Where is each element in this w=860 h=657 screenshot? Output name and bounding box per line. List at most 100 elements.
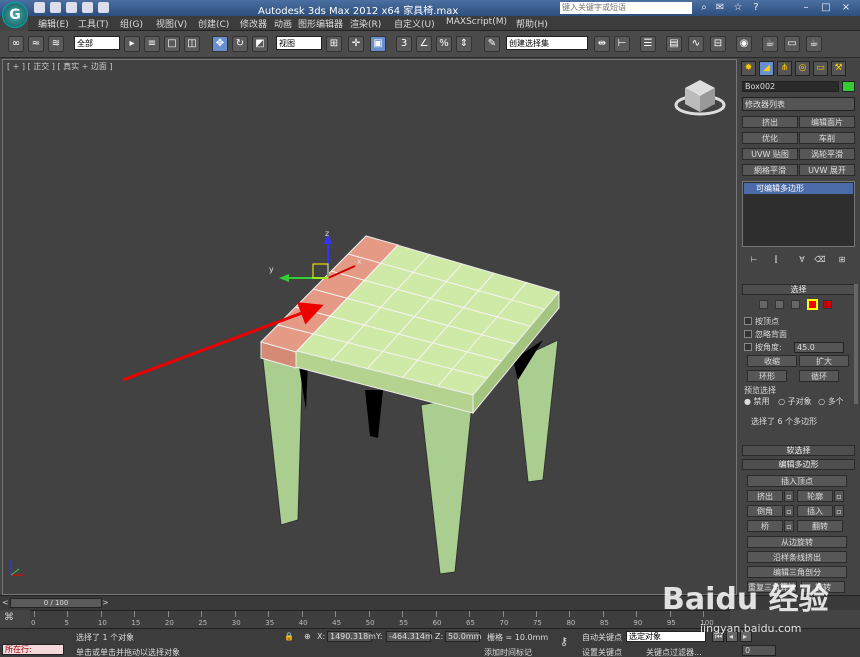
select-scale-icon[interactable]: ◩ bbox=[252, 36, 268, 52]
vertex-mode-icon[interactable] bbox=[759, 300, 768, 309]
layer-manager-icon[interactable]: ☰ bbox=[640, 36, 656, 52]
make-unique-icon[interactable]: ∀ bbox=[795, 254, 809, 266]
mirror-icon[interactable]: ⇹ bbox=[594, 36, 610, 52]
hierarchy-tab-icon[interactable]: ⋔ bbox=[777, 61, 792, 76]
create-tab-icon[interactable]: ✸ bbox=[741, 61, 756, 76]
info-icon[interactable]: ? bbox=[750, 2, 762, 14]
select-manipulate-icon[interactable]: ✛ bbox=[348, 36, 364, 52]
key-mode-dropdown[interactable]: 选定对象 bbox=[626, 631, 706, 642]
flip-button[interactable]: 翻转 bbox=[797, 520, 843, 532]
extrude-along-spline-button[interactable]: 沿样条线挤出 bbox=[747, 551, 847, 563]
named-selection-dropdown[interactable]: 创建选择集 bbox=[506, 36, 588, 50]
track-bar-ruler[interactable]: 0 5 10 15 20 25 30 35 40 45 50 55 60 65 70 75 80 85 90 95 10… bbox=[30, 610, 730, 628]
mod-uvw-unwrap-button[interactable]: UVW 展开 bbox=[799, 164, 855, 176]
polygon-mode-icon[interactable] bbox=[807, 299, 818, 310]
soft-selection-rollout-header[interactable]: 软选择 bbox=[742, 445, 855, 456]
undo-icon[interactable] bbox=[82, 2, 93, 13]
track-bar-icon[interactable]: ⌘ bbox=[4, 612, 24, 626]
inset-button[interactable]: 插入 bbox=[797, 505, 833, 517]
preview-off-radio[interactable]: ● 禁用 bbox=[744, 397, 770, 406]
stack-item-editable-poly[interactable]: 可编辑多边形 bbox=[744, 183, 853, 194]
edit-named-sel-icon[interactable]: ✎ bbox=[484, 36, 500, 52]
menu-create[interactable]: 创建(C) bbox=[198, 17, 229, 30]
spinner-snap-icon[interactable]: ⇕ bbox=[456, 36, 472, 52]
mod-extrude-button[interactable]: 挤出 bbox=[742, 116, 798, 128]
graphite-tools-icon[interactable]: ▤ bbox=[666, 36, 682, 52]
perspective-viewport[interactable]: [ + ] [ 正交 ] [ 真实 + 边面 ] z y x bbox=[2, 59, 737, 595]
current-frame-input[interactable]: 0 bbox=[742, 645, 776, 656]
maximize-icon[interactable]: □ bbox=[820, 2, 832, 14]
lock-selection-icon[interactable]: 🔒 bbox=[284, 632, 294, 641]
show-end-result-icon[interactable]: ⫿ bbox=[769, 254, 783, 266]
loop-button[interactable]: 循环 bbox=[799, 370, 839, 382]
grow-button[interactable]: 扩大 bbox=[799, 355, 849, 367]
window-crossing-icon[interactable]: ◫ bbox=[184, 36, 200, 52]
x-coord-input[interactable]: 1490.318m bbox=[327, 631, 376, 642]
menu-group[interactable]: 组(G) bbox=[120, 17, 143, 30]
mod-optimize-button[interactable]: 优化 bbox=[742, 132, 798, 144]
angle-snap-icon[interactable]: ∠ bbox=[416, 36, 432, 52]
modifier-stack[interactable]: 可编辑多边形 bbox=[742, 181, 855, 247]
menu-maxscript[interactable]: MAXScript(M) bbox=[446, 17, 507, 27]
next-frame-icon[interactable]: > bbox=[102, 598, 110, 608]
rect-selection-icon[interactable]: □ bbox=[164, 36, 180, 52]
mod-meshsmooth-button[interactable]: 網格平滑 bbox=[742, 164, 798, 176]
viewcube-icon[interactable] bbox=[674, 80, 726, 116]
motion-tab-icon[interactable]: ◎ bbox=[795, 61, 810, 76]
pivot-center-icon[interactable]: ⊞ bbox=[326, 36, 342, 52]
bevel-settings-icon[interactable]: ▫ bbox=[784, 505, 794, 517]
pin-stack-icon[interactable]: ⊢ bbox=[747, 254, 761, 266]
y-coord-input[interactable]: -464.314m bbox=[386, 631, 433, 642]
snaps-toggle-icon[interactable]: 3 bbox=[396, 36, 412, 52]
schematic-view-icon[interactable]: ⊟ bbox=[710, 36, 726, 52]
edit-polygons-rollout-header[interactable]: 编辑多边形 bbox=[742, 459, 855, 470]
key-filters-button[interactable]: 关键点过滤器... bbox=[646, 647, 702, 657]
menu-graph-editors[interactable]: 图形编辑器 bbox=[298, 17, 343, 30]
ref-coord-dropdown[interactable]: 视图 bbox=[276, 36, 322, 50]
time-slider[interactable]: 0 / 100 bbox=[10, 598, 102, 608]
command-panel-scrollbar[interactable] bbox=[854, 284, 858, 404]
render-setup-icon[interactable]: ☕ bbox=[762, 36, 778, 52]
mod-edit-patch-button[interactable]: 编辑面片 bbox=[799, 116, 855, 128]
select-by-name-icon[interactable]: ≡ bbox=[144, 36, 160, 52]
select-object-icon[interactable]: ▸ bbox=[124, 36, 140, 52]
utilities-tab-icon[interactable]: ⚒ bbox=[831, 61, 846, 76]
bevel-button[interactable]: 倒角 bbox=[747, 505, 783, 517]
app-logo-icon[interactable]: G bbox=[2, 2, 28, 28]
unlink-icon[interactable]: ≈ bbox=[28, 36, 44, 52]
close-icon[interactable]: × bbox=[840, 2, 852, 14]
element-mode-icon[interactable] bbox=[823, 300, 832, 309]
mod-uvw-map-button[interactable]: UVW 贴图 bbox=[742, 148, 798, 160]
minimize-icon[interactable]: – bbox=[800, 2, 812, 14]
outline-settings-icon[interactable]: ▫ bbox=[834, 490, 844, 502]
remove-modifier-icon[interactable]: ⌫ bbox=[813, 254, 827, 266]
prev-frame-icon[interactable]: < bbox=[2, 598, 10, 608]
extrude-button[interactable]: 挤出 bbox=[747, 490, 783, 502]
ring-button[interactable]: 环形 bbox=[747, 370, 787, 382]
object-name-input[interactable]: Box002 bbox=[742, 81, 839, 92]
new-file-icon[interactable] bbox=[34, 2, 45, 13]
help-icon[interactable]: ✉ bbox=[714, 2, 726, 14]
bridge-button[interactable]: 桥 bbox=[747, 520, 783, 532]
inset-settings-icon[interactable]: ▫ bbox=[834, 505, 844, 517]
menu-edit[interactable]: 编辑(E) bbox=[38, 17, 69, 30]
rendered-frame-icon[interactable]: ▭ bbox=[784, 36, 800, 52]
search-input[interactable]: 键入关键字或短语 bbox=[560, 2, 692, 14]
select-move-icon[interactable]: ✥ bbox=[212, 36, 228, 52]
selection-rollout-header[interactable]: 选择 bbox=[742, 284, 855, 295]
by-vertex-checkbox[interactable]: 按顶点 bbox=[744, 316, 779, 327]
modify-tab-icon[interactable]: ◢ bbox=[759, 61, 774, 76]
ignore-backface-checkbox[interactable]: 忽略背面 bbox=[744, 329, 787, 340]
key-icon[interactable]: ⚷ bbox=[560, 635, 568, 648]
favorites-icon[interactable]: ☆ bbox=[732, 2, 744, 14]
menu-modifiers[interactable]: 修改器 bbox=[240, 17, 267, 30]
menu-animation[interactable]: 动画 bbox=[274, 17, 292, 30]
angle-input[interactable]: 45.0 bbox=[794, 342, 844, 353]
curve-editor-icon[interactable]: ∿ bbox=[688, 36, 704, 52]
object-color-swatch[interactable] bbox=[842, 81, 855, 92]
menu-rendering[interactable]: 渲染(R) bbox=[350, 17, 381, 30]
percent-snap-icon[interactable]: % bbox=[436, 36, 452, 52]
bridge-settings-icon[interactable]: ▫ bbox=[784, 520, 794, 532]
by-angle-checkbox[interactable]: 按角度: bbox=[744, 342, 782, 353]
material-editor-icon[interactable]: ◉ bbox=[736, 36, 752, 52]
